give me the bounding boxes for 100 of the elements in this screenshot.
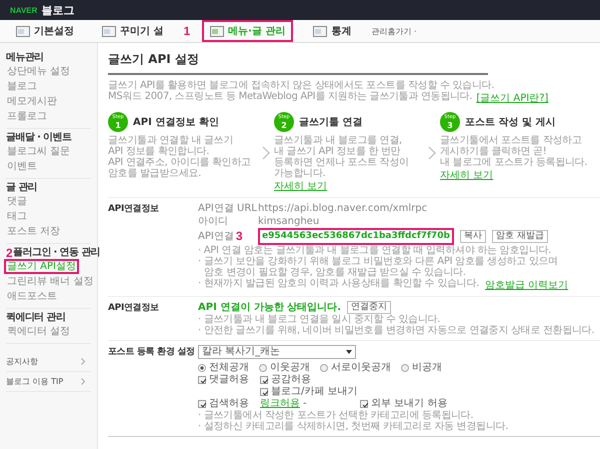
sidebar-link[interactable]: 공지사항: [6, 356, 38, 367]
radio-button[interactable]: [198, 364, 206, 372]
help-link[interactable]: [글쓰기 API란?]: [476, 91, 548, 105]
sidebar-item[interactable]: 블로그: [4, 79, 40, 94]
nav-tab[interactable]: 통계: [305, 20, 360, 42]
annotation-number: 1: [183, 24, 190, 38]
sidebar-item[interactable]: 그린리뷰 배너 설정: [4, 274, 96, 289]
sidebar-heading: 글 관리: [6, 182, 38, 194]
sidebar-item[interactable]: 이벤트: [4, 159, 40, 174]
details-link[interactable]: 자세히 보기: [440, 170, 494, 181]
checkbox[interactable]: [198, 376, 206, 384]
checkbox-label: 공감허용: [271, 374, 311, 386]
sidebar-item[interactable]: 메모게시판: [4, 94, 60, 109]
checkbox[interactable]: [260, 376, 268, 384]
blog-title[interactable]: 블로그: [41, 2, 74, 18]
step-description: API 정보를 확인합니다.: [108, 146, 210, 157]
nav-tab[interactable]: 꾸미기 설: [94, 20, 172, 42]
sidebar-item[interactable]: 태그: [4, 209, 30, 224]
annotation-number: 3: [236, 230, 243, 243]
separator-text: -: [303, 398, 307, 410]
note-text: · 안전한 글쓰기를 위해, 네이버 비밀번호를 변경하면 자동으로 연결중지 상태로 전환됩니다.: [198, 325, 594, 336]
chevron-icon: [262, 146, 270, 160]
nav-tab[interactable]: 메뉴·글 관리: [202, 20, 294, 42]
sidebar-item[interactable]: 퀵에디터 설정: [4, 324, 74, 339]
chevron-icon: [81, 358, 85, 365]
step-title: API 연결정보 확인: [133, 116, 219, 129]
field-value: kimsangheu: [258, 215, 320, 228]
intro-text: 글쓰기 API를 활용하면 블로그에 접속하지 않은 상태에서도 포스트를 작성할 수 있습니다.: [108, 80, 494, 91]
field-value: e9544563ec536867dc1ba3ffdcf7f70b: [258, 228, 454, 245]
window-icon: [102, 26, 116, 36]
step-description: 글쓰기툴에서 포스트를 작성하고: [440, 135, 582, 146]
sidebar-heading: 플러그인 · 연동 관리: [13, 247, 100, 259]
step-title: 글쓰기툴 연결: [299, 116, 362, 129]
page-title: 글쓰기 API 설정: [108, 51, 488, 75]
status-text: API 연결이 가능한 상태입니다.: [198, 301, 342, 314]
radio-button[interactable]: [259, 364, 267, 372]
sidebar-heading: 글배달 · 이벤트: [6, 132, 72, 144]
category-select[interactable]: 칼라 복사기_캐논: [198, 345, 356, 359]
note-text: · 글쓰기툴과 내 블로그 연결을 일시 중지할 수 있습니다.: [198, 314, 440, 325]
note-text: · 글쓰기툴에서 작성한 포스트가 선택한 카테고리에 등록됩니다.: [198, 410, 474, 421]
radio-label: 비공개: [412, 361, 442, 374]
sidebar-item[interactable]: 댓글: [4, 194, 30, 209]
intro-text: MS워드 2007, 스프링노트 등 MetaWeblog API를 지원하는 글쓰기툴과 연동됩니다.: [108, 91, 472, 104]
admin-home-link[interactable]: 관리홈가기 ·: [371, 26, 417, 36]
step-description: API 연결주소, 아이디를 확인하고: [108, 157, 251, 168]
action-button[interactable]: 암호 재발급: [492, 230, 548, 243]
radio-label: 전체공개: [209, 361, 249, 374]
sidebar-item[interactable]: 프롤로그: [4, 109, 50, 124]
window-icon: [210, 26, 224, 36]
radio-label: 서로이웃공개: [331, 361, 391, 374]
step-description: 글쓰기툴과 연결할 내 글쓰기: [108, 135, 234, 146]
brand-logo[interactable]: NAVER: [10, 6, 38, 14]
note-text: · API 연결 암호는 글쓰기툴과 내 블로그를 연결할 때 입력하셔야 하는 암호입니다.: [198, 245, 552, 256]
sidebar-heading: 메뉴관리: [6, 52, 44, 64]
radio-button[interactable]: [401, 364, 409, 372]
step-description: 암호를 발급받으세요.: [108, 168, 202, 179]
link-allow-link[interactable]: 링크허용: [260, 398, 300, 410]
sidebar-link[interactable]: 블로그 이용 TIP: [6, 376, 64, 387]
window-icon: [16, 26, 30, 36]
checkbox[interactable]: [260, 388, 268, 396]
sidebar-item[interactable]: 포스트 저장: [4, 224, 64, 239]
sidebar-item[interactable]: 글쓰기 API설정: [4, 259, 79, 274]
field-label: 아이디: [198, 215, 228, 228]
checkbox-label: 검색허용: [209, 398, 249, 410]
sidebar-item[interactable]: 애드포스트: [4, 289, 60, 304]
checkbox-label: 외부 보내기 허용: [371, 398, 448, 410]
radio-button[interactable]: [320, 364, 328, 372]
step-description: 게시하기를 클릭하면 곧!: [440, 146, 546, 157]
disconnect-button[interactable]: 연결중지: [347, 301, 392, 314]
sidebar-item[interactable]: 상단메뉴 설정: [4, 64, 74, 79]
checkbox[interactable]: [198, 400, 206, 408]
note-text: 암호 변경이 필요할 경우, 암호를 재발급 받으실 수 있습니다.: [203, 267, 466, 278]
radio-label: 이웃공개: [270, 361, 310, 374]
step-description: 내 블로그에 포스트가 등록됩니다.: [440, 157, 588, 168]
sidebar-heading: 퀵에디터 관리: [6, 312, 66, 324]
chevron-icon: [428, 146, 436, 160]
sidebar-item[interactable]: 블로그씨 질문: [4, 144, 74, 159]
step-description: 등록하면 언제나 포스트 작성이: [274, 157, 409, 168]
checkbox-label: 댓글허용: [209, 374, 249, 386]
section-label: API연결정보: [108, 302, 160, 315]
chevron-icon: [81, 378, 85, 385]
step-description: 내 글쓰기 API 정보를 한 번만: [274, 146, 400, 157]
field-label: API연결: [198, 230, 234, 243]
history-link[interactable]: 암호발급 이력보기: [485, 278, 568, 292]
checkbox-label: 블로그/카페 보내기: [271, 386, 358, 398]
field-value: https://api.blog.naver.com/xmlrpc: [258, 202, 428, 215]
section-label: API연결정보: [108, 203, 160, 216]
note-text: · 글쓰기 보안을 강화하기 위해 블로그 비밀번호와 다른 API 암호를 생성하고 있으며: [198, 256, 558, 267]
step-title: 포스트 작성 및 게시: [465, 116, 556, 129]
action-button[interactable]: 복사: [460, 230, 486, 243]
window-icon: [313, 26, 328, 36]
details-link[interactable]: 자세히 보기: [274, 181, 328, 192]
step-description: 글쓰기툴과 내 블로그를 연결,: [274, 135, 402, 146]
field-label: API연결 URL: [198, 202, 257, 215]
nav-tab[interactable]: 기본설정: [8, 20, 82, 42]
step-description: 가능합니다.: [274, 168, 326, 179]
note-text: · 현재까지 발급된 암호의 이력과 사용상태를 확인할 수 있습니다.: [198, 278, 479, 291]
checkbox[interactable]: [360, 400, 368, 408]
section-label: 포스트 등록 환경 설정: [108, 346, 196, 359]
annotation-number: 2: [6, 247, 12, 259]
